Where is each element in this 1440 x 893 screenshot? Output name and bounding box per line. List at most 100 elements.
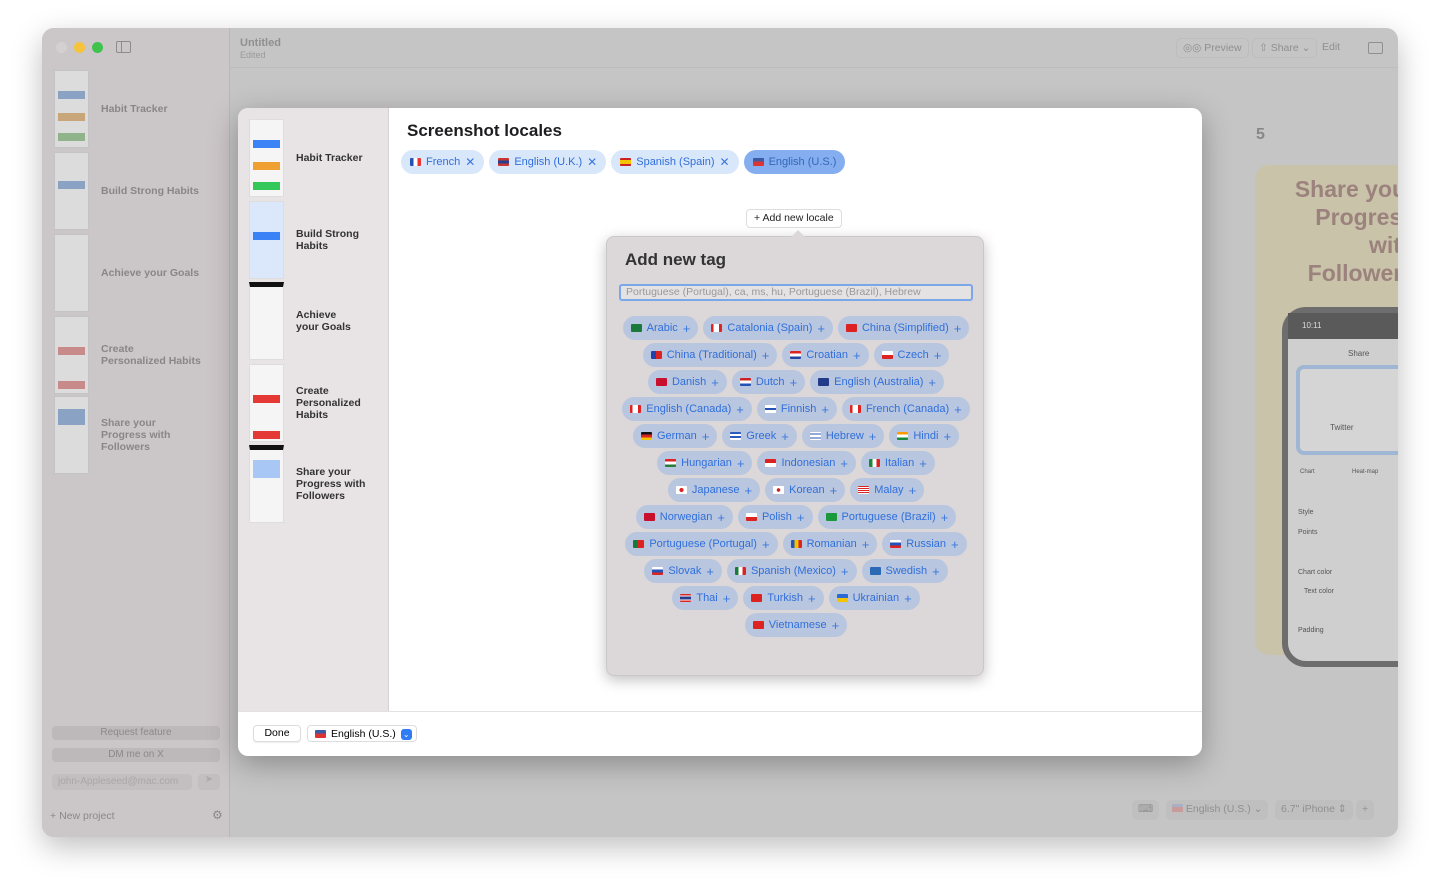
tag-chip[interactable]: Thai + (672, 586, 739, 610)
sidebar-item[interactable]: Achieve your Goals (54, 234, 199, 312)
plus-icon[interactable]: + (745, 483, 753, 498)
tag-chip[interactable]: Indonesian + (757, 451, 856, 475)
plus-icon[interactable]: + (706, 564, 714, 579)
tag-chip[interactable]: English (Australia) + (810, 370, 945, 394)
tag-chip[interactable]: Norwegian + (635, 505, 733, 529)
remove-icon[interactable]: ✕ (465, 155, 475, 169)
plus-icon[interactable]: + (808, 591, 816, 606)
tag-search-input[interactable]: Portuguese (Portugal), ca, ms, hu, Portu… (619, 284, 973, 301)
sidebar-item[interactable]: Habit Tracker (54, 70, 168, 148)
add-button[interactable]: + (1356, 800, 1375, 820)
tag-chip[interactable]: English (Canada) + (622, 397, 752, 421)
plus-icon[interactable]: + (853, 348, 861, 363)
plus-icon[interactable]: + (934, 348, 942, 363)
plus-icon[interactable]: + (781, 429, 789, 444)
plus-icon[interactable]: + (737, 456, 745, 471)
close-window-button[interactable] (56, 42, 67, 53)
plus-icon[interactable]: + (904, 591, 912, 606)
plus-icon[interactable]: + (711, 375, 719, 390)
plus-icon[interactable]: + (717, 510, 725, 525)
tag-chip[interactable]: Arabic + (622, 316, 699, 340)
locale-select[interactable]: English (U.S.) ⌄ (1166, 800, 1269, 820)
dm-me-button[interactable]: DM me on X (52, 748, 220, 762)
screenshot-card[interactable]: Share your Progress with Followers 10:11… (1255, 165, 1398, 667)
add-new-locale-button[interactable]: + Add new locale (746, 209, 842, 228)
plus-icon[interactable]: + (762, 537, 770, 552)
plus-icon[interactable]: + (862, 537, 870, 552)
sidebar-item[interactable]: Share your Progress with Followers (54, 396, 201, 474)
plus-icon[interactable]: + (928, 375, 936, 390)
screen-item[interactable]: Share your Progress with Followers (249, 445, 368, 523)
gear-icon[interactable]: ⚙ (212, 808, 223, 822)
tag-chip[interactable]: French (Canada) + (841, 397, 970, 421)
locale-chip[interactable]: English (U.K.) ✕ (489, 150, 607, 174)
plus-icon[interactable]: + (954, 402, 962, 417)
done-button[interactable]: Done (253, 725, 301, 742)
tag-chip[interactable]: Malay + (850, 478, 925, 502)
send-icon[interactable]: ➤ (198, 774, 220, 790)
tag-chip[interactable]: German + (632, 424, 718, 448)
plus-icon[interactable]: + (702, 429, 710, 444)
email-input[interactable]: john-Appleseed@mac.com (52, 774, 192, 790)
tag-chip[interactable]: Hungarian + (657, 451, 753, 475)
plus-icon[interactable]: + (723, 591, 731, 606)
current-locale-select[interactable]: English (U.S.) ⌄ (307, 725, 417, 742)
plus-icon[interactable]: + (830, 483, 838, 498)
sidebar-item[interactable]: Build Strong Habits (54, 152, 199, 230)
inspector-toggle-icon[interactable] (1368, 42, 1383, 54)
locale-chip[interactable]: French ✕ (401, 150, 485, 174)
tag-chip[interactable]: Slovak + (644, 559, 722, 583)
plus-icon[interactable]: + (797, 510, 805, 525)
tag-chip[interactable]: Croatian + (782, 343, 869, 367)
tag-chip[interactable]: Japanese + (667, 478, 761, 502)
remove-icon[interactable]: ✕ (720, 155, 730, 169)
tag-chip[interactable]: Greek + (722, 424, 797, 448)
minimize-window-button[interactable] (74, 42, 85, 53)
plus-icon[interactable]: + (932, 564, 940, 579)
tag-chip[interactable]: Turkish + (743, 586, 824, 610)
tag-chip[interactable]: Russian + (882, 532, 967, 556)
plus-icon[interactable]: + (951, 537, 959, 552)
tag-chip[interactable]: Vietnamese + (744, 613, 848, 637)
plus-icon[interactable]: + (832, 618, 840, 633)
request-feature-button[interactable]: Request feature (52, 726, 220, 740)
plus-icon[interactable]: + (919, 456, 927, 471)
tag-chip[interactable]: Korean + (765, 478, 846, 502)
plus-icon[interactable]: + (762, 348, 770, 363)
screen-item[interactable]: Habit Tracker (249, 119, 363, 197)
screen-item[interactable]: Achieve your Goals (249, 282, 356, 360)
tag-chip[interactable]: Romanian + (782, 532, 878, 556)
tag-chip[interactable]: Catalonia (Spain) + (703, 316, 833, 340)
tag-chip[interactable]: Dutch + (731, 370, 806, 394)
plus-icon[interactable]: + (869, 429, 877, 444)
tag-chip[interactable]: China (Traditional) + (642, 343, 778, 367)
translate-icon[interactable]: ⌨ (1132, 800, 1160, 820)
sidebar-toggle-icon[interactable] (116, 41, 131, 53)
screen-item[interactable]: Create Personalized Habits (249, 364, 366, 442)
preview-button[interactable]: ◎◎ Preview (1176, 38, 1249, 58)
plus-icon[interactable]: + (909, 483, 917, 498)
plus-icon[interactable]: + (817, 321, 825, 336)
tag-chip[interactable]: Swedish + (861, 559, 948, 583)
plus-icon[interactable]: + (841, 564, 849, 579)
plus-icon[interactable]: + (790, 375, 798, 390)
edit-button[interactable]: Edit (1316, 38, 1346, 58)
sidebar-item[interactable]: Create Personalized Habits (54, 316, 201, 394)
tag-chip[interactable]: Hebrew + (801, 424, 885, 448)
device-select[interactable]: 6.7" iPhone ⇕ (1275, 800, 1353, 820)
plus-icon[interactable]: + (941, 510, 949, 525)
plus-icon[interactable]: + (736, 402, 744, 417)
share-button[interactable]: ⇧ Share ⌄ (1252, 38, 1318, 58)
tag-chip[interactable]: Hindi + (889, 424, 960, 448)
tag-chip[interactable]: Finnish + (756, 397, 837, 421)
locale-chip[interactable]: Spanish (Spain) ✕ (611, 150, 739, 174)
tag-chip[interactable]: Ukrainian + (828, 586, 920, 610)
tag-chip[interactable]: China (Simplified) + (837, 316, 970, 340)
plus-icon[interactable]: + (840, 456, 848, 471)
locale-chip[interactable]: English (U.S.) (743, 150, 846, 174)
plus-icon[interactable]: + (943, 429, 951, 444)
chevron-down-icon[interactable]: ⌄ (1302, 42, 1311, 54)
plus-icon[interactable]: + (821, 402, 829, 417)
tag-chip[interactable]: Portuguese (Portugal) + (625, 532, 778, 556)
tag-chip[interactable]: Portuguese (Brazil) + (817, 505, 957, 529)
